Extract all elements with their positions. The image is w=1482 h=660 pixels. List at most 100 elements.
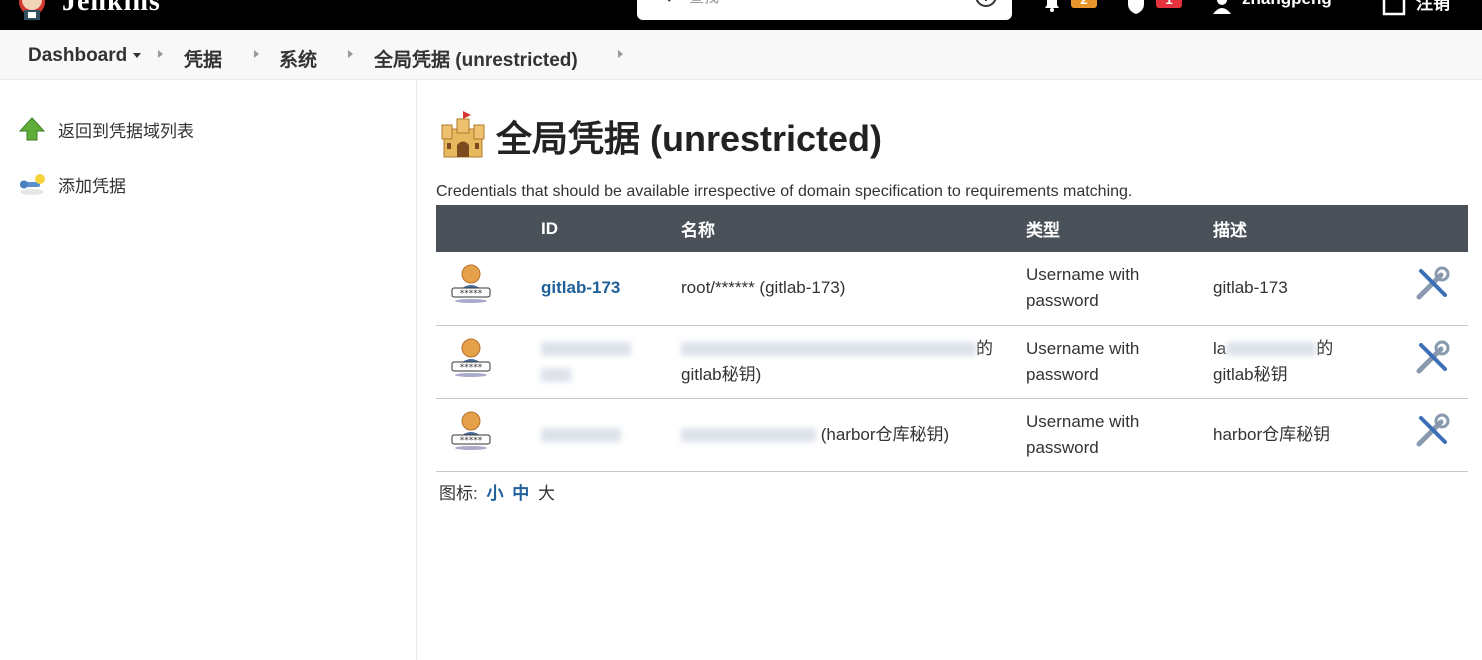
- add-credential-link[interactable]: 添加凭据: [18, 169, 126, 199]
- col-icon: [436, 205, 541, 252]
- icon-size-label: 图标:: [439, 484, 478, 503]
- row-icon-cell: *****: [436, 398, 541, 471]
- table-header-row: ID 名称 类型 描述: [436, 205, 1468, 252]
- breadcrumb-credentials[interactable]: 凭据: [184, 45, 222, 72]
- wrench-screwdriver-icon[interactable]: [1413, 265, 1451, 303]
- search-icon: [667, 0, 671, 2]
- chevron-right-icon[interactable]: [254, 50, 259, 58]
- bell-icon[interactable]: [1040, 0, 1064, 16]
- wrench-screwdriver-icon[interactable]: [1413, 412, 1451, 450]
- chevron-right-icon[interactable]: [618, 50, 623, 58]
- credential-name: (harbor仓库秘钥): [681, 398, 1026, 471]
- user-password-icon: *****: [451, 264, 491, 304]
- credential-id-cell: [541, 325, 681, 398]
- key-add-icon: [20, 174, 45, 195]
- type-line: password: [1026, 437, 1099, 457]
- search-box[interactable]: 查找: [637, 0, 1012, 20]
- svg-text:*****: *****: [460, 363, 483, 373]
- page-heading: 全局凭据 (unrestricted): [496, 118, 883, 159]
- back-to-domains-label: 返回到凭据域列表: [58, 121, 194, 141]
- credential-id-cell: [541, 398, 681, 471]
- credential-id-link[interactable]: gitlab-173: [541, 278, 620, 297]
- col-description[interactable]: 描述: [1213, 205, 1413, 252]
- user-password-icon: *****: [451, 411, 491, 450]
- col-id[interactable]: ID: [541, 205, 681, 252]
- name-line: (harbor仓库秘钥): [820, 424, 950, 444]
- breadcrumb-dashboard[interactable]: Dashboard: [28, 45, 142, 67]
- credentials-table: ID 名称 类型 描述 ***** gitlab-173 root/******…: [436, 205, 1468, 472]
- side-panel: 返回到凭据域列表 添加凭据: [0, 80, 417, 660]
- breadcrumb-global[interactable]: 全局凭据 (unrestricted): [374, 45, 578, 72]
- up-arrow-icon: [18, 117, 46, 141]
- desc-line: 的: [1316, 338, 1334, 358]
- icon-size-large: 大: [537, 484, 555, 503]
- table-row: ***** 的 gitlab秘钥) Username with password l…: [436, 325, 1468, 398]
- main-panel: 全局凭据 (unrestricted) Credentials that sho…: [436, 80, 1468, 660]
- chevron-right-icon[interactable]: [158, 50, 163, 58]
- credential-id-link[interactable]: [541, 339, 631, 384]
- breadcrumb-system[interactable]: 系统: [279, 45, 317, 72]
- type-line: Username with: [1026, 411, 1140, 431]
- redacted-name: [681, 342, 976, 357]
- logout-link[interactable]: 注销: [1416, 0, 1450, 14]
- credential-type: Username with password: [1026, 398, 1213, 471]
- redacted-desc: [1226, 342, 1317, 357]
- table-row: ***** (harbor仓库秘钥) Username with password…: [436, 398, 1468, 471]
- wrench-screwdriver-icon[interactable]: [1413, 339, 1451, 377]
- shield-icon[interactable]: [1124, 0, 1148, 16]
- redacted-id: [541, 428, 621, 443]
- notification-badge[interactable]: 2: [1071, 0, 1097, 8]
- add-credential-label: 添加凭据: [58, 176, 126, 196]
- row-icon-cell: *****: [436, 325, 541, 398]
- redacted-id: [541, 342, 631, 357]
- name-line: 的: [976, 338, 993, 358]
- col-name[interactable]: 名称: [681, 205, 1026, 252]
- top-header: Jenkins 查找 2 1 zhangpeng 注销: [0, 0, 1482, 30]
- domain-description: Credentials that should be available irr…: [436, 183, 1133, 200]
- svg-text:*****: *****: [460, 436, 483, 446]
- chevron-right-icon[interactable]: [348, 50, 353, 58]
- back-to-domains-link[interactable]: 返回到凭据域列表: [18, 114, 194, 144]
- type-line: Username with: [1026, 338, 1140, 358]
- credential-description: gitlab-173: [1213, 278, 1288, 298]
- desc-line: gitlab秘钥: [1213, 364, 1288, 384]
- row-icon-cell: *****: [436, 252, 541, 325]
- credential-type: Username with password: [1026, 252, 1213, 325]
- table-row: ***** gitlab-173 root/****** (gitlab-173…: [436, 252, 1468, 325]
- jenkins-logo-icon[interactable]: [14, 0, 50, 20]
- configure-cell: [1413, 325, 1468, 398]
- desc-line: la: [1213, 338, 1227, 358]
- page-title: 全局凭据 (unrestricted): [438, 110, 882, 162]
- search-input[interactable]: 查找: [689, 0, 719, 7]
- icon-size-medium[interactable]: 中: [512, 484, 529, 503]
- logout-icon[interactable]: [1382, 0, 1408, 16]
- col-actions: [1413, 205, 1468, 252]
- credential-type: Username with password: [1026, 325, 1213, 398]
- redacted-name: [681, 428, 816, 443]
- credential-id-cell: gitlab-173: [541, 252, 681, 325]
- user-icon[interactable]: [1210, 0, 1234, 16]
- icon-size-small[interactable]: 小: [486, 484, 503, 503]
- user-password-icon: *****: [451, 338, 491, 377]
- chevron-down-icon[interactable]: [133, 53, 142, 59]
- icon-size-selector: 图标: 小 中 大: [439, 479, 555, 504]
- redacted-id: [541, 368, 571, 383]
- configure-cell: [1413, 252, 1468, 325]
- credential-name: root/****** (gitlab-173): [681, 278, 846, 298]
- type-line: Username with: [1026, 265, 1140, 285]
- breadcrumb: Dashboard 凭据 系统 全局凭据 (unrestricted): [0, 30, 1482, 80]
- credential-description: harbor仓库秘钥: [1213, 424, 1331, 444]
- credential-description: la 的 gitlab秘钥: [1213, 325, 1413, 398]
- col-type[interactable]: 类型: [1026, 205, 1213, 252]
- breadcrumb-dashboard-label: Dashboard: [28, 45, 128, 66]
- brand-name[interactable]: Jenkins: [62, 0, 161, 18]
- configure-cell: [1413, 398, 1468, 471]
- credential-name: 的 gitlab秘钥): [681, 325, 1026, 398]
- user-name-link[interactable]: zhangpeng: [1242, 0, 1332, 9]
- help-icon[interactable]: [974, 0, 998, 8]
- credential-id-link[interactable]: [541, 425, 621, 444]
- castle-icon: [441, 111, 485, 158]
- security-badge[interactable]: 1: [1156, 0, 1182, 8]
- name-line: gitlab秘钥): [681, 364, 762, 384]
- svg-text:*****: *****: [460, 289, 483, 299]
